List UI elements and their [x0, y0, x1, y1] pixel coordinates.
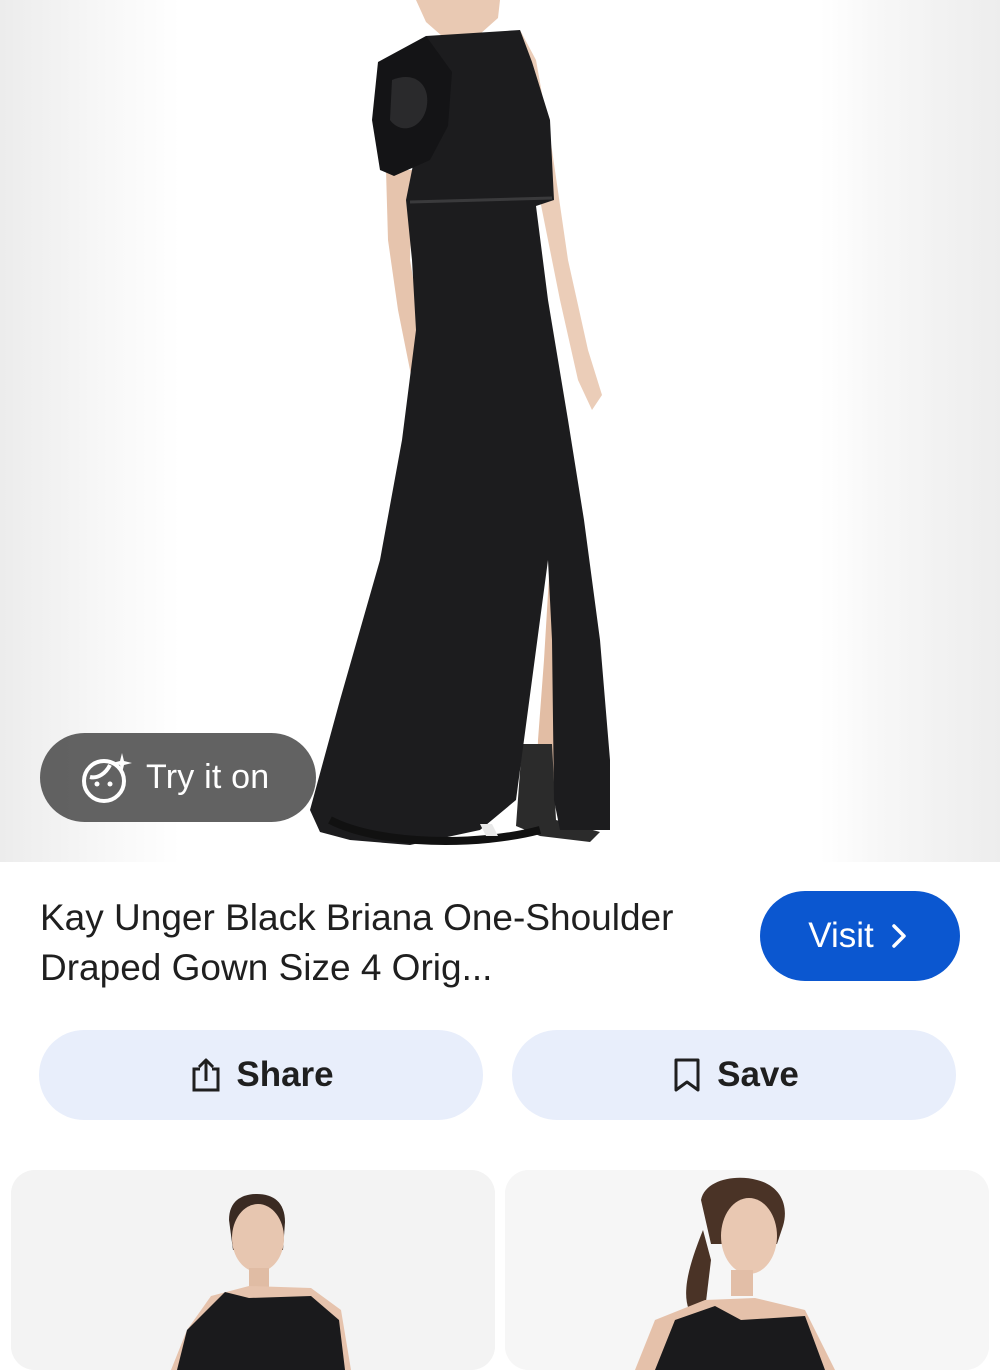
related-image — [11, 1170, 495, 1370]
share-icon — [192, 1058, 220, 1092]
related-image-card[interactable] — [11, 1170, 495, 1370]
chevron-right-icon — [892, 924, 906, 948]
bookmark-icon — [674, 1058, 700, 1092]
save-button[interactable]: Save — [512, 1030, 956, 1120]
related-image-card[interactable] — [505, 1170, 989, 1370]
visit-button[interactable]: Visit — [760, 891, 960, 981]
related-image — [505, 1170, 989, 1370]
product-title[interactable]: Kay Unger Black Briana One-Shoulder Drap… — [40, 893, 730, 993]
hero-image-area[interactable]: Try it on — [0, 0, 1000, 862]
save-label: Save — [717, 1055, 799, 1094]
visit-label: Visit — [808, 916, 874, 955]
share-button[interactable]: Share — [39, 1030, 483, 1120]
try-it-on-label: Try it on — [146, 758, 270, 796]
try-it-on-button[interactable]: Try it on — [40, 733, 316, 822]
virtual-try-on-icon — [82, 752, 132, 803]
share-label: Share — [236, 1055, 334, 1094]
